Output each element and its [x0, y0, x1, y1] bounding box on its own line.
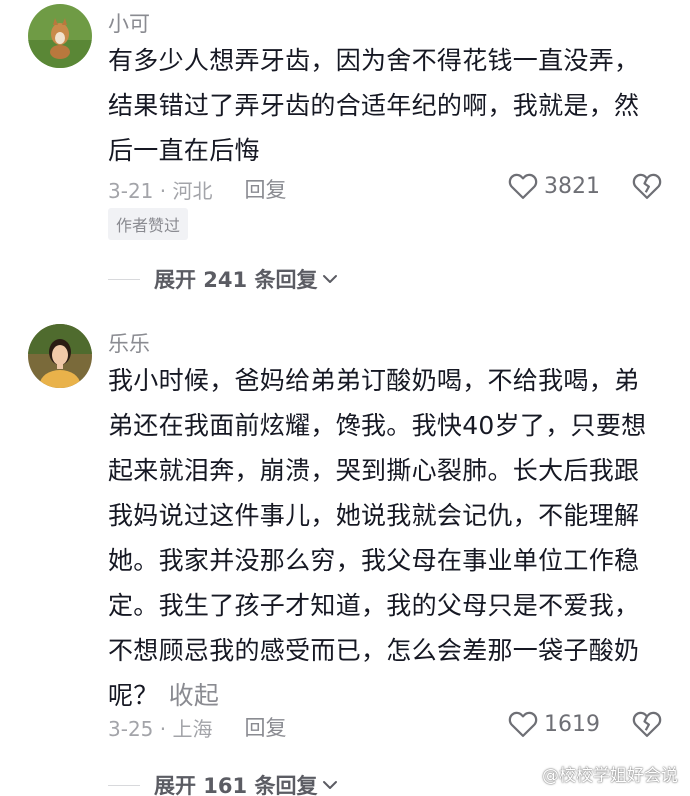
dislike-button[interactable] [632, 710, 662, 742]
comment-text-line: 有多少人想弄牙齿，因为舍不得花钱一直没弄， [108, 46, 640, 75]
like-count: 1619 [544, 711, 600, 737]
avatar[interactable] [28, 324, 92, 388]
broken-heart-icon [632, 711, 662, 737]
comment-text-tail: 呢？ [108, 681, 159, 710]
avatar[interactable] [28, 4, 92, 68]
expand-replies-button[interactable]: 展开 161 条回复 [108, 770, 339, 796]
reply-button[interactable]: 回复 [244, 712, 286, 742]
comment-text: 有多少人想弄牙齿，因为舍不得花钱一直没弄， 结果错过了弄牙齿的合适年纪的啊，我就… [108, 38, 668, 173]
watermark-text: @校校学姐好会说 [542, 766, 678, 786]
chevron-down-icon [323, 275, 338, 283]
comment-text-line: 我妈说过这件事儿，她说我就会记仇，不能理解 [108, 501, 640, 530]
chevron-down-icon [323, 781, 338, 789]
comment-username[interactable]: 乐乐 [108, 328, 150, 358]
comment-text-line: 定。我生了孩子才知道，我的父母只是不爱我， [108, 591, 640, 620]
comment-text-line: 后一直在后悔 [108, 136, 260, 165]
comment-text: 我小时候，爸妈给弟弟订酸奶喝，不给我喝，弟 弟还在我面前炫耀，馋我。我快40岁了… [108, 358, 668, 718]
like-button[interactable]: 1619 [508, 710, 600, 738]
author-liked-badge: 作者赞过 [108, 208, 189, 240]
comment-date-location: 3-25 · 上海 [108, 716, 213, 741]
weibo-logo-icon [518, 766, 538, 782]
comment-meta: 3-25 · 上海 回复 [108, 712, 286, 742]
comment-text-line: 我小时候，爸妈给弟弟订酸奶喝，不给我喝，弟 [108, 366, 640, 395]
comment-text-line: 不想顾忌我的感受而已，怎么会差那一袋子酸奶 [108, 636, 640, 665]
watermark: @校校学姐好会说 [518, 761, 678, 786]
broken-heart-icon [632, 173, 662, 199]
comment-text-line: 她。我家并没那么穷，我父母在事业单位工作稳 [108, 546, 640, 575]
divider [108, 278, 140, 280]
heart-outline-icon [508, 711, 538, 737]
collapse-button[interactable]: 收起 [169, 681, 220, 710]
like-button[interactable]: 3821 [508, 172, 600, 200]
divider [108, 784, 140, 786]
avatar-image [28, 4, 92, 68]
expand-replies-button[interactable]: 展开 241 条回复 [108, 264, 339, 294]
comment-text-line: 结果错过了弄牙齿的合适年纪的啊，我就是，然 [108, 91, 640, 120]
expand-replies-label: 展开 161 条回复 [154, 774, 318, 796]
comment-date-location: 3-21 · 河北 [108, 178, 213, 203]
comment-item: 乐乐 我小时候，爸妈给弟弟订酸奶喝，不给我喝，弟 弟还在我面前炫耀，馋我。我快4… [0, 320, 690, 796]
heart-outline-icon [508, 173, 538, 199]
dislike-button[interactable] [632, 172, 662, 204]
comment-username[interactable]: 小可 [108, 8, 150, 38]
avatar-image [28, 324, 92, 388]
comment-item: 小可 有多少人想弄牙齿，因为舍不得花钱一直没弄， 结果错过了弄牙齿的合适年纪的啊… [0, 0, 690, 300]
reply-button[interactable]: 回复 [244, 174, 286, 204]
comment-text-line: 弟还在我面前炫耀，馋我。我快40岁了，只要想 [108, 411, 647, 440]
comment-meta: 3-21 · 河北 回复 [108, 174, 286, 204]
comment-text-line: 起来就泪奔，崩溃，哭到撕心裂肺。长大后我跟 [108, 456, 640, 485]
like-count: 3821 [544, 173, 600, 199]
expand-replies-label: 展开 241 条回复 [154, 268, 318, 292]
